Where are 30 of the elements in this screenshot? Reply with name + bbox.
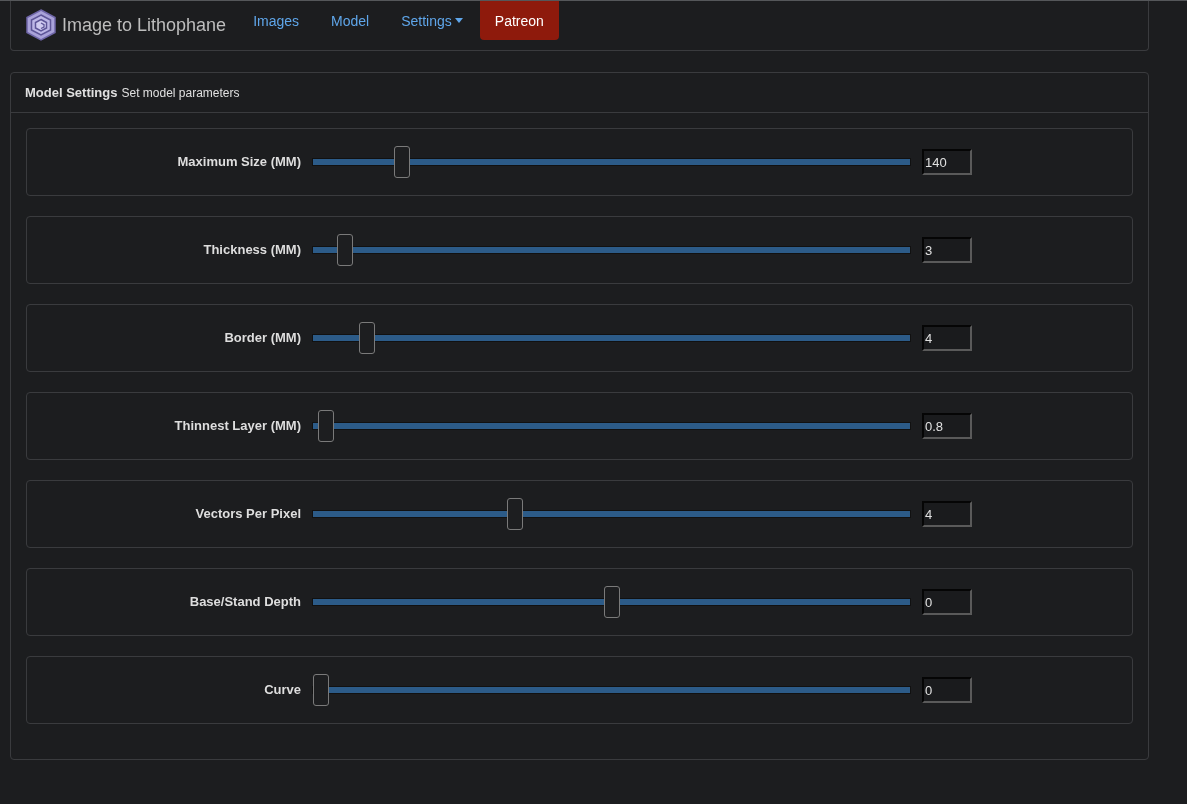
patreon-button[interactable]: Patreon	[479, 1, 559, 40]
dropdown-nav-link[interactable]: Settings	[385, 1, 479, 40]
setting-label: Vectors Per Pixel	[194, 505, 302, 524]
value-field[interactable]: 4	[922, 325, 972, 351]
slider-thumb[interactable]	[507, 498, 524, 530]
setting-label: Border (MM)	[223, 329, 302, 348]
setting-label: Maximum Size (MM)	[176, 153, 302, 172]
slider-thumb[interactable]	[337, 234, 354, 266]
slider-thumb[interactable]	[318, 410, 335, 442]
hexagon-logo-icon	[26, 9, 56, 41]
caret-icon	[454, 18, 463, 23]
nav-link[interactable]: Model	[315, 1, 386, 40]
value-field[interactable]: 140	[922, 149, 972, 175]
slider-thumb[interactable]	[313, 674, 329, 706]
slider-thumb[interactable]	[603, 586, 620, 618]
value-field[interactable]: 0	[922, 677, 972, 703]
value-field[interactable]: 0	[922, 589, 972, 615]
slider-thumb[interactable]	[394, 146, 411, 178]
setting-label: Base/Stand Depth	[188, 593, 302, 612]
value-field[interactable]: 4	[922, 501, 972, 527]
setting-label: Thickness (MM)	[202, 241, 302, 260]
value-field[interactable]: 3	[922, 237, 972, 263]
setting-label: Curve	[263, 681, 302, 700]
app-title: Image to Lithophane	[62, 13, 227, 37]
panel-title: Model Settings	[25, 83, 118, 102]
panel-subtitle: Set model parameters	[121, 84, 240, 102]
value-field[interactable]: 0.8	[922, 413, 972, 439]
nav-link[interactable]: Images	[237, 1, 316, 40]
slider-thumb[interactable]	[359, 322, 376, 354]
setting-label: Thinnest Layer (MM)	[173, 417, 302, 436]
